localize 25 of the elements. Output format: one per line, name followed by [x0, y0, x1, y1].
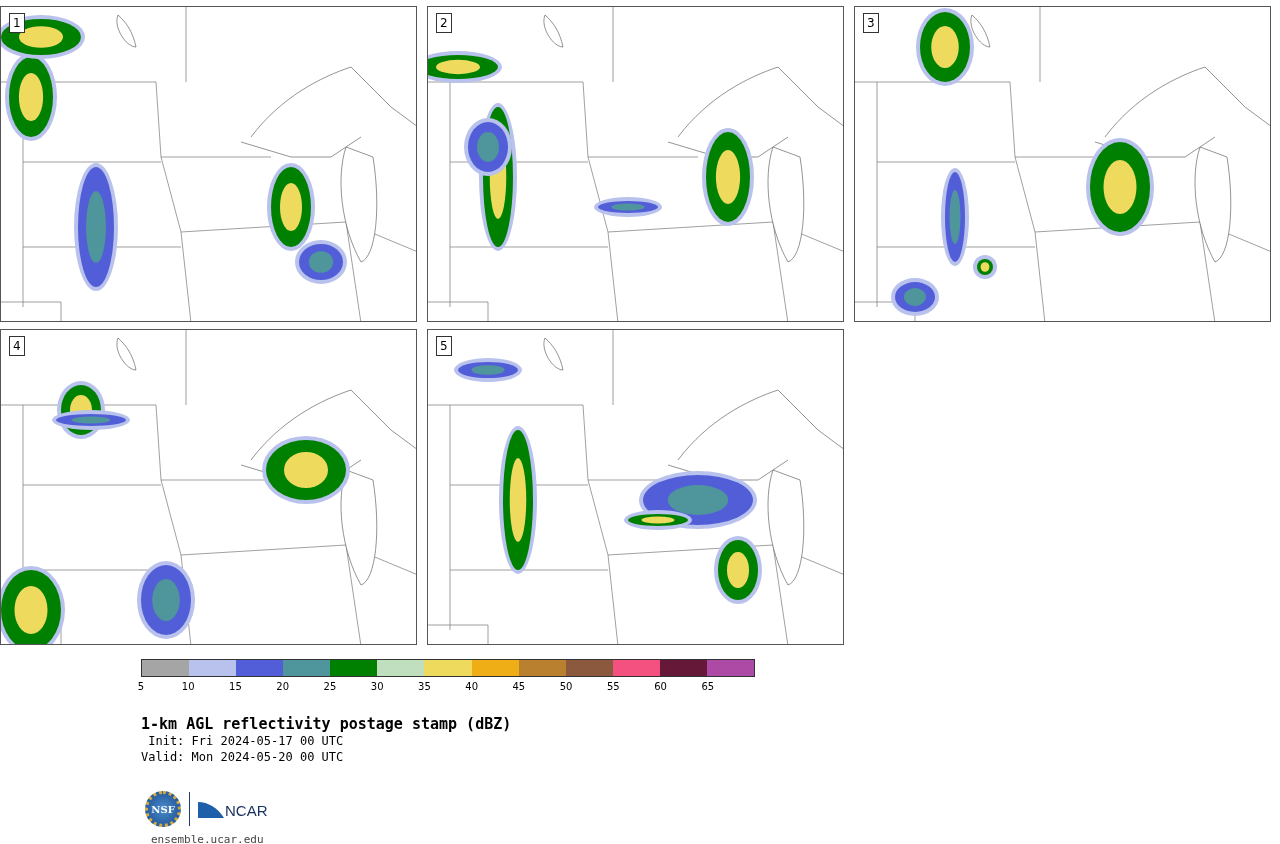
tick-label: 15: [229, 681, 242, 692]
nsf-logo: NSF: [145, 791, 181, 827]
site-url: ensemble.ucar.edu: [150, 833, 265, 844]
panel-number: 3: [863, 13, 879, 33]
ncar-logo: NCAR: [225, 803, 268, 818]
panel-number: 1: [9, 13, 25, 33]
tick-label: 30: [370, 681, 384, 692]
tick-label: 35: [418, 681, 431, 692]
tick-label: 55: [607, 681, 620, 692]
tick-label: 60: [654, 681, 667, 692]
swoosh-icon: [198, 800, 224, 818]
panel-number: 4: [9, 336, 25, 356]
tick-label: 10: [181, 681, 195, 692]
tick-label: 5: [137, 681, 145, 692]
tick-label: 25: [323, 681, 337, 692]
tick-label: 40: [465, 681, 478, 692]
tick-label: 45: [512, 681, 526, 692]
panel-number: 2: [436, 13, 452, 33]
panel-number: 5: [436, 336, 452, 356]
tick-label: 20: [276, 681, 290, 692]
init-time: Init: Fri 2024-05-17 00 UTC: [147, 733, 345, 749]
chart-title: 1-km AGL reflectivity postage stamp (dBZ): [141, 715, 513, 733]
tick-label: 65: [701, 681, 715, 692]
tick-label: 50: [559, 681, 573, 692]
valid-time: Valid: Mon 2024-05-20 00 UTC: [141, 749, 345, 765]
